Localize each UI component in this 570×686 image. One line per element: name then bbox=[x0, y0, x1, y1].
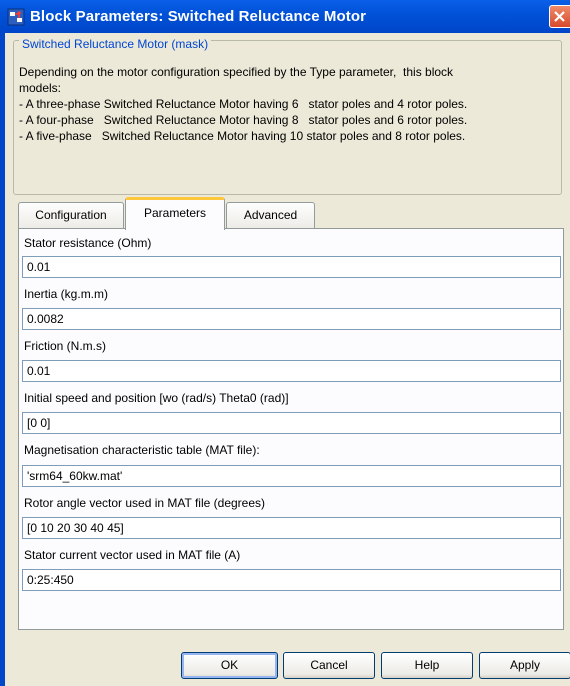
mask-title: Switched Reluctance Motor (mask) bbox=[19, 37, 212, 51]
description-line: - A three-phase Switched Reluctance Moto… bbox=[19, 97, 468, 111]
stator-resistance-label: Stator resistance (Ohm) bbox=[24, 236, 152, 250]
help-button[interactable]: Help bbox=[381, 652, 473, 679]
window-frame-left bbox=[0, 33, 5, 686]
description-line: Depending on the motor configuration spe… bbox=[19, 65, 454, 79]
inertia-field[interactable]: 0.0082 bbox=[22, 308, 561, 330]
tab-advanced[interactable]: Advanced bbox=[226, 202, 315, 229]
initial-speed-position-label: Initial speed and position [wo (rad/s) T… bbox=[24, 391, 289, 405]
inertia-label: Inertia (kg.m.m) bbox=[24, 287, 109, 301]
tab-configuration[interactable]: Configuration bbox=[18, 202, 124, 229]
magnetisation-table-field[interactable]: 'srm64_60kw.mat' bbox=[22, 465, 561, 487]
stator-current-vector-field[interactable]: 0:25:450 bbox=[22, 569, 561, 591]
stator-resistance-field[interactable]: 0.01 bbox=[22, 256, 561, 278]
description-line: - A five-phase Switched Reluctance Motor… bbox=[19, 129, 466, 143]
friction-field[interactable]: 0.01 bbox=[22, 360, 561, 382]
title-bar[interactable]: Block Parameters: Switched Reluctance Mo… bbox=[0, 0, 570, 33]
ok-button[interactable]: OK bbox=[181, 652, 278, 679]
tab-parameters[interactable]: Parameters bbox=[125, 197, 225, 230]
mask-description: Depending on the motor configuration spe… bbox=[19, 64, 559, 144]
close-icon bbox=[554, 11, 565, 22]
block-parameters-dialog: Block Parameters: Switched Reluctance Mo… bbox=[0, 0, 570, 686]
rotor-angle-vector-label: Rotor angle vector used in MAT file (deg… bbox=[24, 496, 266, 510]
window-title: Block Parameters: Switched Reluctance Mo… bbox=[30, 8, 367, 25]
apply-button[interactable]: Apply bbox=[479, 652, 570, 679]
description-line: models: bbox=[19, 81, 62, 95]
close-button[interactable] bbox=[549, 5, 570, 28]
initial-speed-position-field[interactable]: [0 0] bbox=[22, 412, 561, 434]
cancel-button[interactable]: Cancel bbox=[283, 652, 375, 679]
description-line: - A four-phase Switched Reluctance Motor… bbox=[19, 113, 468, 127]
rotor-angle-vector-field[interactable]: [0 10 20 30 40 45] bbox=[22, 517, 561, 539]
simulink-block-icon bbox=[7, 8, 25, 26]
friction-label: Friction (N.m.s) bbox=[24, 339, 106, 353]
stator-current-vector-label: Stator current vector used in MAT file (… bbox=[24, 548, 241, 562]
magnetisation-table-label: Magnetisation characteristic table (MAT … bbox=[24, 443, 260, 457]
